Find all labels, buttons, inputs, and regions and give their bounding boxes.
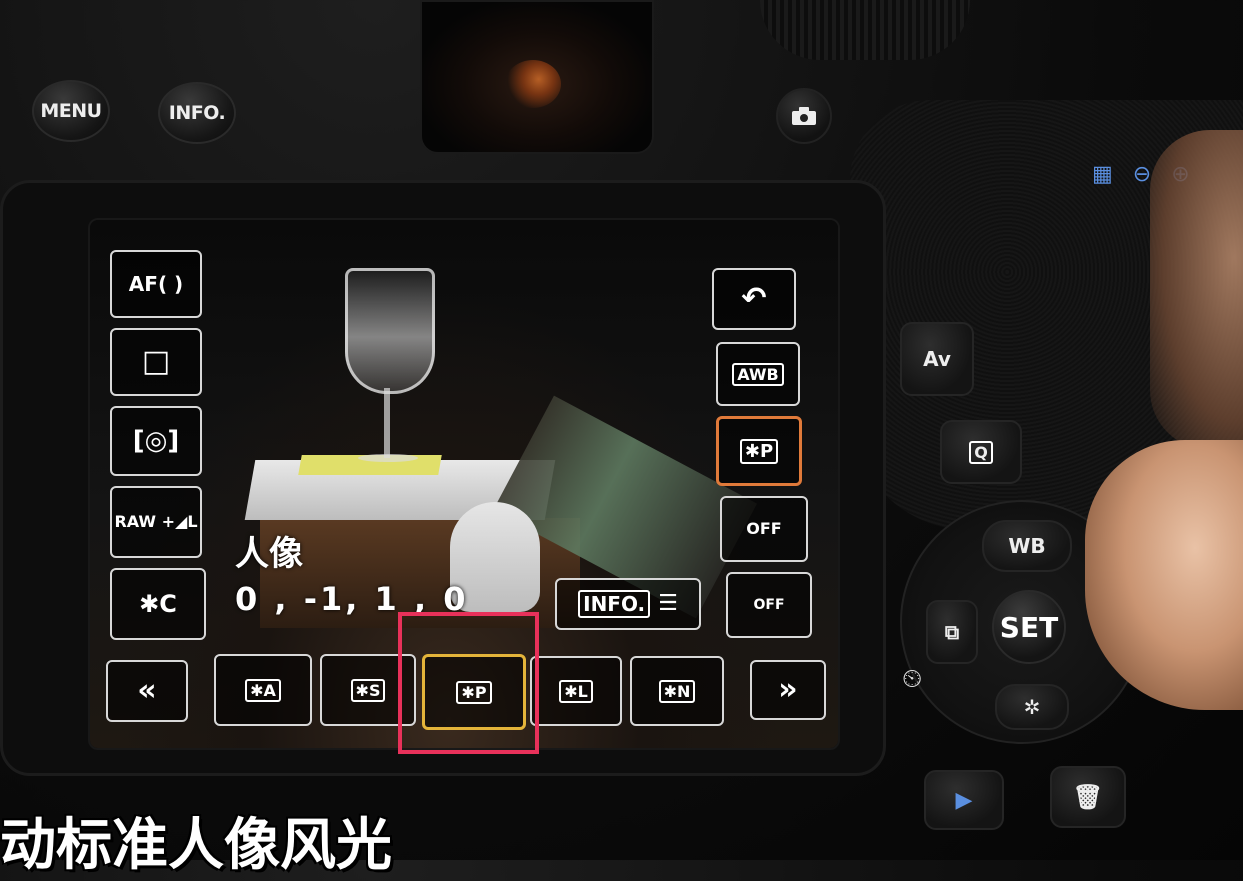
awb-icon: AWB	[732, 362, 784, 386]
main-dial[interactable]	[760, 0, 970, 60]
creative-auto-tile[interactable]: ✱C	[110, 568, 206, 640]
finger-upper	[1150, 130, 1243, 450]
live-view-button[interactable]	[776, 88, 832, 144]
return-icon: ↶	[741, 281, 767, 316]
style-neutral-icon: ✱N	[658, 679, 696, 703]
back-tile[interactable]: ↶	[712, 268, 796, 330]
portrait-style-icon: ✱P	[739, 438, 779, 464]
flash-off-icon: OFF	[753, 597, 785, 613]
double-left-icon: «	[137, 673, 157, 708]
style-landscape-icon: ✱L	[559, 679, 593, 703]
camera-icon	[792, 107, 816, 125]
style-standard-icon: ✱S	[350, 678, 386, 702]
style-neutral-option[interactable]: ✱N	[630, 656, 724, 726]
photo-glass-stem	[384, 388, 390, 458]
picture-style-button[interactable]: ✲	[995, 684, 1069, 730]
metering-mode-tile[interactable]: [◎]	[110, 406, 202, 476]
next-page-button[interactable]: »	[750, 660, 826, 720]
style-landscape-option[interactable]: ✱L	[530, 656, 622, 726]
q-label: Q	[969, 440, 993, 464]
viewfinder-glint	[505, 60, 561, 108]
sliders-icon: ☰	[658, 591, 678, 616]
style-auto-icon: ✱A	[245, 678, 281, 702]
highlight-annotation-box	[398, 612, 539, 754]
photo-glass-foot	[358, 454, 418, 462]
menu-button[interactable]: MENU	[32, 80, 110, 142]
video-subtitle: 动标准人像风光	[0, 813, 392, 878]
info-button-label: INFO.	[168, 102, 226, 124]
single-shot-icon: □	[141, 344, 171, 379]
self-timer-icon: ⏲	[902, 664, 923, 694]
style-auto-option[interactable]: ✱A	[214, 654, 312, 726]
info-detail-label: INFO.	[578, 590, 651, 618]
prev-page-button[interactable]: «	[106, 660, 188, 722]
auto-lighting-optimizer-tile[interactable]: OFF	[720, 496, 808, 562]
set-label: SET	[999, 610, 1059, 644]
drive-button[interactable]: ⧉	[926, 600, 978, 664]
av-exposure-button[interactable]: Av	[900, 322, 974, 396]
set-button[interactable]: SET	[992, 590, 1066, 664]
playback-icon: ▶	[955, 787, 973, 813]
menu-button-label: MENU	[40, 100, 102, 122]
image-quality-tile[interactable]: RAW +◢L	[110, 486, 202, 558]
picture-style-name: 人像	[235, 534, 303, 574]
wb-button[interactable]: WB	[982, 520, 1072, 572]
info-button[interactable]: INFO.	[158, 82, 236, 144]
wb-label: WB	[1008, 534, 1046, 558]
playback-button[interactable]: ▶	[924, 770, 1004, 830]
picture-style-tile[interactable]: ✱P	[716, 416, 802, 486]
flash-tile[interactable]: OFF	[726, 572, 812, 638]
photo-wine-glass	[345, 268, 435, 394]
quick-control-button[interactable]: Q	[940, 420, 1022, 484]
alo-off-icon: OFF	[746, 519, 782, 538]
af-mode-label: AF( )	[128, 272, 184, 296]
raw-quality-icon: RAW +◢L	[114, 512, 198, 531]
info-detail-button[interactable]: INFO. ☰	[555, 578, 701, 630]
metering-icon: [◎]	[132, 426, 180, 456]
delete-button[interactable]: 🗑	[1050, 766, 1126, 828]
picture-style-icon: ✲	[1023, 695, 1041, 719]
index-icon: ▦	[1092, 162, 1133, 187]
av-label: Av	[923, 347, 951, 371]
drive-icon: ⧉	[944, 620, 960, 644]
double-right-icon: »	[778, 672, 798, 707]
white-balance-tile[interactable]: AWB	[716, 342, 800, 406]
creative-auto-icon: ✱C	[139, 590, 177, 618]
af-mode-tile[interactable]: AF( )	[110, 250, 202, 318]
trash-icon: 🗑	[1072, 783, 1104, 811]
drive-mode-tile[interactable]: □	[110, 328, 202, 396]
